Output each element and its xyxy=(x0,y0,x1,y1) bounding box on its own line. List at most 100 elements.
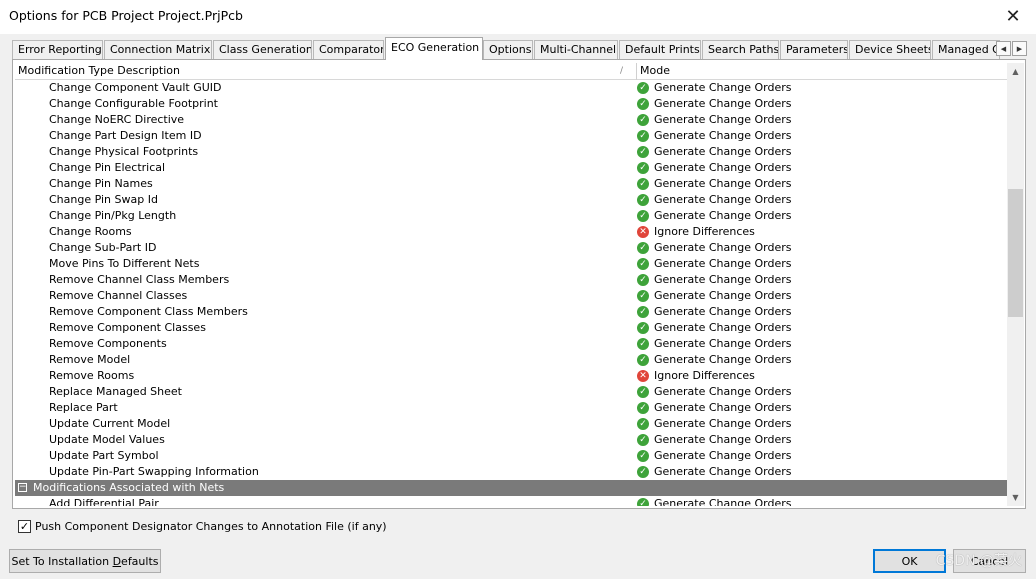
mode-cell[interactable]: ✓ Generate Change Orders xyxy=(637,240,791,256)
mode-label: Generate Change Orders xyxy=(654,417,792,430)
mode-cell[interactable]: ✓ Generate Change Orders xyxy=(637,160,791,176)
table-row[interactable]: Change Sub-Part ID ✓ Generate Change Order… xyxy=(15,240,1007,256)
table-row[interactable]: Update Model Values ✓ Generate Change Orde… xyxy=(15,432,1007,448)
mode-cell[interactable]: ✓ Generate Change Orders xyxy=(637,144,791,160)
table-row[interactable]: Replace Part ✓ Generate Change Orders xyxy=(15,400,1007,416)
close-icon[interactable]: ✕ xyxy=(990,0,1036,32)
set-installation-defaults-button[interactable]: Set To Installation Defaults xyxy=(9,549,161,573)
table-row[interactable]: Change Configurable Footprint ✓ Generate C… xyxy=(15,96,1007,112)
table-row[interactable]: Remove Model ✓ Generate Change Orders xyxy=(15,352,1007,368)
mode-cell[interactable]: ✓ Generate Change Orders xyxy=(637,304,791,320)
mode-cell[interactable]: ✓ Generate Change Orders xyxy=(637,496,791,506)
table-row[interactable]: Change Pin Names ✓ Generate Change Orders xyxy=(15,176,1007,192)
table-row[interactable]: Remove Components ✓ Generate Change Orders xyxy=(15,336,1007,352)
vertical-scrollbar[interactable]: ▲ ▼ xyxy=(1007,63,1024,506)
mode-label: Ignore Differences xyxy=(654,225,755,238)
mode-label: Ignore Differences xyxy=(654,369,755,382)
tab-comparator[interactable]: Comparator xyxy=(313,40,384,59)
table-row[interactable]: Replace Managed Sheet ✓ Generate Change Or… xyxy=(15,384,1007,400)
mode-cell[interactable]: ✓ Generate Change Orders xyxy=(637,448,791,464)
push-designator-checkbox[interactable]: ✓ xyxy=(18,520,31,533)
tab-multi-channel[interactable]: Multi-Channel xyxy=(534,40,618,59)
tab-parameters[interactable]: Parameters xyxy=(780,40,848,59)
table-row[interactable]: Remove Channel Class Members ✓ Generate Ch… xyxy=(15,272,1007,288)
mode-cell[interactable]: ✓ Generate Change Orders xyxy=(637,272,791,288)
mode-cell[interactable]: ✓ Generate Change Orders xyxy=(637,352,791,368)
mode-cell[interactable]: ✓ Generate Change Orders xyxy=(637,416,791,432)
table-row[interactable]: Update Current Model ✓ Generate Change Ord… xyxy=(15,416,1007,432)
mode-cell[interactable]: ✓ Generate Change Orders xyxy=(637,208,791,224)
table-row[interactable]: Remove Component Classes ✓ Generate Change… xyxy=(15,320,1007,336)
table-row[interactable]: Change Physical Footprints ✓ Generate Chan… xyxy=(15,144,1007,160)
mode-cell[interactable]: ✓ Generate Change Orders xyxy=(637,336,791,352)
modification-description: Change Configurable Footprint xyxy=(49,97,218,110)
group-row[interactable]: − Modifications Associated with Nets xyxy=(15,480,1007,496)
col-header-description[interactable]: Modification Type Description xyxy=(15,63,637,80)
table-row[interactable]: Change Part Design Item ID ✓ Generate Chan… xyxy=(15,128,1007,144)
table-row[interactable]: Change Rooms ✕ Ignore Differences xyxy=(15,224,1007,240)
modification-description: Remove Component Class Members xyxy=(49,305,248,318)
mode-cell[interactable]: ✓ Generate Change Orders xyxy=(637,320,791,336)
grid-rows: Change Component Vault GUID ✓ Generate Cha… xyxy=(15,80,1007,506)
mode-cell[interactable]: ✓ Generate Change Orders xyxy=(637,432,791,448)
tab-managed-o[interactable]: Managed O xyxy=(932,40,1000,59)
table-row[interactable]: Move Pins To Different Nets ✓ Generate Cha… xyxy=(15,256,1007,272)
collapse-icon[interactable]: − xyxy=(18,483,27,492)
mode-label: Generate Change Orders xyxy=(654,145,792,158)
tab-device-sheets[interactable]: Device Sheets xyxy=(849,40,931,59)
table-row[interactable]: Change Pin/Pkg Length ✓ Generate Change Or… xyxy=(15,208,1007,224)
tab-class-generation[interactable]: Class Generation xyxy=(213,40,312,59)
scroll-thumb[interactable] xyxy=(1008,189,1023,317)
mode-cell[interactable]: ✓ Generate Change Orders xyxy=(637,464,791,480)
check-circle-icon: ✓ xyxy=(637,418,649,430)
mode-label: Generate Change Orders xyxy=(654,353,792,366)
table-row[interactable]: Change Component Vault GUID ✓ Generate Cha… xyxy=(15,80,1007,96)
table-row[interactable]: Remove Component Class Members ✓ Generate … xyxy=(15,304,1007,320)
tab-connection-matrix[interactable]: Connection Matrix xyxy=(104,40,212,59)
tab-options[interactable]: Options xyxy=(483,40,533,59)
modification-description: Update Current Model xyxy=(49,417,171,430)
modification-description: Replace Managed Sheet xyxy=(49,385,182,398)
scroll-down-icon[interactable]: ▼ xyxy=(1007,489,1024,506)
modification-description: Remove Channel Class Members xyxy=(49,273,230,286)
mode-label: Generate Change Orders xyxy=(654,273,792,286)
mode-cell[interactable]: ✓ Generate Change Orders xyxy=(637,192,791,208)
title-bar: Options for PCB Project Project.PrjPcb ✕ xyxy=(0,0,1036,34)
table-row[interactable]: Remove Channel Classes ✓ Generate Change O… xyxy=(15,288,1007,304)
table-row[interactable]: Change NoERC Directive ✓ Generate Change O… xyxy=(15,112,1007,128)
modification-description: Change Pin Names xyxy=(49,177,153,190)
mode-cell[interactable]: ✓ Generate Change Orders xyxy=(637,176,791,192)
mode-cell[interactable]: ✓ Generate Change Orders xyxy=(637,80,791,96)
modification-description: Replace Part xyxy=(49,401,118,414)
table-row[interactable]: Change Pin Swap Id ✓ Generate Change Order… xyxy=(15,192,1007,208)
push-designator-option[interactable]: ✓ Push Component Designator Changes to A… xyxy=(18,519,387,534)
tab-search-paths[interactable]: Search Paths xyxy=(702,40,779,59)
tab-scroll-right-icon[interactable]: ▶ xyxy=(1012,41,1027,56)
table-row[interactable]: Change Pin Electrical ✓ Generate Change Or… xyxy=(15,160,1007,176)
eco-generation-panel: Modification Type Description / Mode Cha… xyxy=(12,59,1026,509)
table-row[interactable]: Add Differential Pair ✓ Generate Change Or… xyxy=(15,496,1007,506)
table-row[interactable]: Update Part Symbol ✓ Generate Change Order… xyxy=(15,448,1007,464)
mode-cell[interactable]: ✓ Generate Change Orders xyxy=(637,384,791,400)
table-row[interactable]: Remove Rooms ✕ Ignore Differences xyxy=(15,368,1007,384)
tab-default-prints[interactable]: Default Prints xyxy=(619,40,701,59)
mode-cell[interactable]: ✓ Generate Change Orders xyxy=(637,128,791,144)
tab-error-reporting[interactable]: Error Reporting xyxy=(12,40,103,59)
check-circle-icon: ✓ xyxy=(637,242,649,254)
mode-cell[interactable]: ✓ Generate Change Orders xyxy=(637,112,791,128)
mode-label: Generate Change Orders xyxy=(654,177,792,190)
mode-cell[interactable]: ✓ Generate Change Orders xyxy=(637,288,791,304)
col-header-mode[interactable]: Mode xyxy=(637,63,1007,80)
table-row[interactable]: Update Pin-Part Swapping Information ✓ Gen… xyxy=(15,464,1007,480)
modification-description: Remove Components xyxy=(49,337,167,350)
tab-scroll-left-icon[interactable]: ◀ xyxy=(996,41,1011,56)
scroll-up-icon[interactable]: ▲ xyxy=(1007,63,1024,80)
mode-cell[interactable]: ✕ Ignore Differences xyxy=(637,368,755,384)
mode-cell[interactable]: ✓ Generate Change Orders xyxy=(637,256,791,272)
mode-cell[interactable]: ✓ Generate Change Orders xyxy=(637,400,791,416)
mode-cell[interactable]: ✓ Generate Change Orders xyxy=(637,96,791,112)
mode-cell[interactable]: ✕ Ignore Differences xyxy=(637,224,755,240)
ok-label: OK xyxy=(901,554,918,568)
tab-eco-generation[interactable]: ECO Generation xyxy=(385,37,483,60)
modification-description: Change Physical Footprints xyxy=(49,145,199,158)
